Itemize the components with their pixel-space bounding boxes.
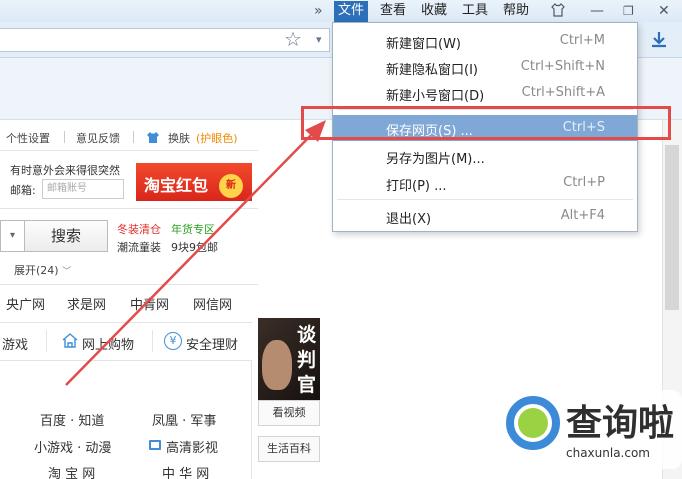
- menu-item-label: 新建窗口(W): [386, 37, 461, 52]
- menu-print[interactable]: 打印(P) ... Ctrl+P: [333, 170, 637, 196]
- menu-item-shortcut: Ctrl+P: [563, 175, 605, 190]
- menu-new-window[interactable]: 新建窗口(W) Ctrl+M: [333, 28, 637, 54]
- watermark-url: chaxunla.com: [566, 446, 650, 460]
- menu-item-label: 打印(P) ...: [386, 179, 447, 194]
- menu-exit[interactable]: 退出(X) Alt+F4: [333, 203, 637, 229]
- menu-item-label: 退出(X): [386, 212, 432, 227]
- menu-separator: [337, 199, 633, 200]
- menu-item-shortcut: Ctrl+Shift+N: [520, 59, 605, 74]
- menu-new-alt-window[interactable]: 新建小号窗口(D) Ctrl+Shift+A: [333, 80, 637, 106]
- menu-item-shortcut: Alt+F4: [560, 208, 605, 223]
- menu-item-shortcut: Ctrl+M: [559, 33, 605, 48]
- menu-save-as-image[interactable]: 另存为图片(M)...: [333, 143, 637, 169]
- menu-item-label: 新建小号窗口(D): [386, 89, 485, 104]
- watermark-logo-dot: [518, 408, 548, 438]
- menu-item-shortcut: Ctrl+Shift+A: [521, 85, 605, 100]
- menu-new-private-window[interactable]: 新建隐私窗口(I) Ctrl+Shift+N: [333, 54, 637, 80]
- annotation-highlight-box: [301, 106, 671, 140]
- menu-item-label: 另存为图片(M)...: [386, 152, 485, 167]
- menu-item-label: 新建隐私窗口(I): [386, 63, 478, 78]
- watermark-title: 查询啦: [566, 403, 675, 444]
